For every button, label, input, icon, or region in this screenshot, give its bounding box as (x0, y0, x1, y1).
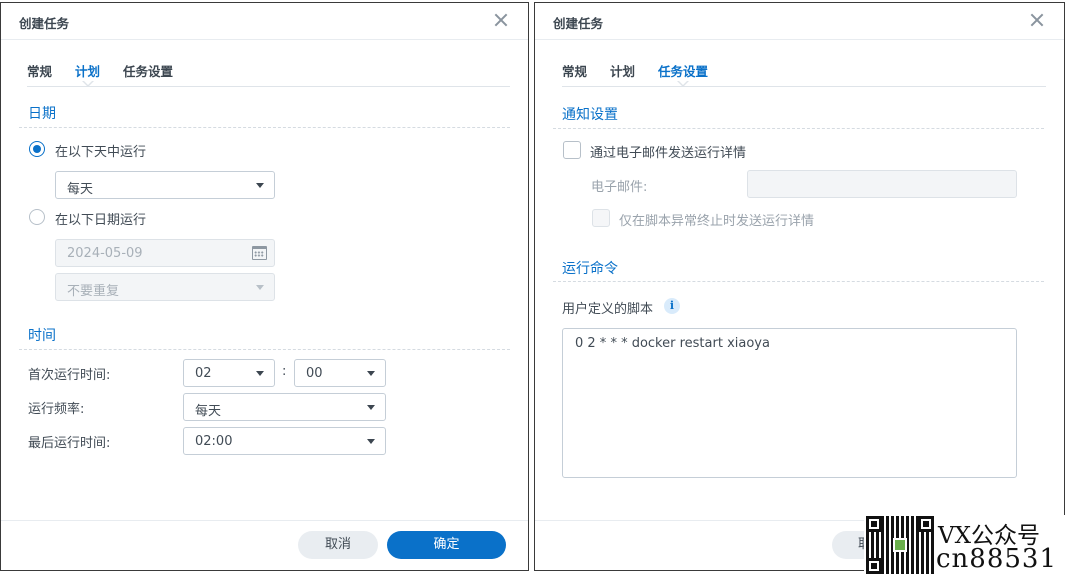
chevron-down-icon (367, 439, 375, 444)
section-divider (553, 128, 1044, 129)
tab-task-settings[interactable]: 任务设置 (123, 61, 173, 80)
chevron-down-icon (256, 183, 264, 188)
close-icon[interactable] (494, 13, 508, 27)
days-select-value: 每天 (67, 182, 94, 197)
create-task-dialog-task-settings: 创建任务 常规 计划 任务设置 通知设置 通过电子邮件发送运行详情 电子邮件: … (534, 2, 1065, 571)
chevron-down-icon (367, 405, 375, 410)
dialog-footer: 取消 确定 (1, 520, 528, 570)
days-select[interactable]: 每天 (55, 171, 275, 199)
watermark-overlay: VX公众号 cn88531 (864, 515, 1066, 575)
command-section-title: 运行命令 (562, 261, 618, 277)
time-colon: : (282, 364, 287, 379)
radio-run-on-days[interactable] (29, 141, 45, 157)
chevron-down-icon (367, 371, 375, 376)
dialog-title: 创建任务 (553, 16, 604, 31)
info-icon[interactable]: i (664, 298, 680, 314)
qr-logo-icon (893, 538, 907, 552)
tab-schedule-label: 计划 (75, 64, 101, 79)
qr-finder-mark (866, 516, 882, 532)
tab-general[interactable]: 常规 (562, 61, 587, 80)
tab-bar: 常规 计划 任务设置 (27, 55, 510, 87)
tab-bar: 常规 计划 任务设置 (562, 55, 1046, 87)
script-content: 0 2 * * * docker restart xiaoya (575, 336, 770, 351)
section-divider (19, 127, 510, 128)
email-field[interactable] (747, 170, 1017, 198)
dialog-title-bar: 创建任务 (535, 3, 1064, 40)
user-script-label: 用户定义的脚本 (562, 302, 654, 317)
active-tab-indicator (81, 80, 94, 87)
tab-general[interactable]: 常规 (27, 61, 52, 80)
hour-select-value: 02 (195, 366, 212, 381)
last-run-time-select[interactable]: 02:00 (183, 427, 386, 455)
frequency-select-value: 每天 (195, 404, 222, 419)
tab-task-settings[interactable]: 任务设置 (658, 61, 709, 87)
ok-button[interactable]: 确定 (387, 531, 506, 559)
chevron-down-icon (256, 371, 264, 376)
hour-select[interactable]: 02 (183, 359, 275, 387)
time-section-title: 时间 (28, 328, 56, 344)
section-divider (553, 281, 1044, 282)
calendar-icon[interactable] (252, 246, 267, 260)
minute-select[interactable]: 00 (294, 359, 386, 387)
frequency-label: 运行频率: (28, 402, 85, 417)
notify-section-title: 通知设置 (562, 107, 618, 123)
repeat-select-value: 不要重复 (67, 284, 120, 299)
last-run-time-label: 最后运行时间: (28, 436, 111, 451)
tab-task-settings-label: 任务设置 (658, 64, 709, 79)
send-email-checkbox[interactable] (563, 141, 581, 159)
qr-finder-mark (866, 558, 882, 574)
frequency-select[interactable]: 每天 (183, 393, 386, 421)
section-divider (19, 349, 510, 350)
abnormal-only-checkbox[interactable] (592, 209, 610, 227)
repeat-select[interactable]: 不要重复 (55, 273, 275, 301)
watermark-line-2: cn88531 (936, 544, 1058, 574)
tab-schedule[interactable]: 计划 (610, 61, 635, 80)
date-input[interactable]: 2024-05-09 (55, 239, 275, 267)
close-icon[interactable] (1030, 13, 1044, 27)
dialog-title: 创建任务 (19, 16, 70, 31)
dialog-title-bar: 创建任务 (1, 3, 528, 40)
minute-select-value: 00 (306, 366, 323, 381)
last-run-time-select-value: 02:00 (195, 434, 233, 449)
date-input-value: 2024-05-09 (67, 246, 143, 261)
qr-code-icon (866, 516, 934, 574)
create-task-dialog-schedule: 创建任务 常规 计划 任务设置 日期 在以下天中运行 每天 在以下日期运行 20… (0, 2, 529, 571)
radio-run-on-days-label: 在以下天中运行 (55, 145, 147, 160)
chevron-down-icon (256, 285, 264, 290)
abnormal-only-label: 仅在脚本异常终止时发送运行详情 (619, 214, 815, 229)
qr-finder-mark (918, 516, 934, 532)
email-label: 电子邮件: (591, 180, 648, 195)
tab-schedule[interactable]: 计划 (75, 61, 101, 87)
script-textarea[interactable]: 0 2 * * * docker restart xiaoya (562, 328, 1017, 478)
radio-run-on-date-label: 在以下日期运行 (55, 213, 147, 228)
send-email-label: 通过电子邮件发送运行详情 (590, 146, 747, 161)
date-section-title: 日期 (28, 106, 56, 122)
radio-run-on-date[interactable] (29, 209, 45, 225)
first-run-time-label: 首次运行时间: (28, 368, 111, 383)
active-tab-indicator (677, 80, 689, 87)
cancel-button[interactable]: 取消 (298, 531, 378, 559)
